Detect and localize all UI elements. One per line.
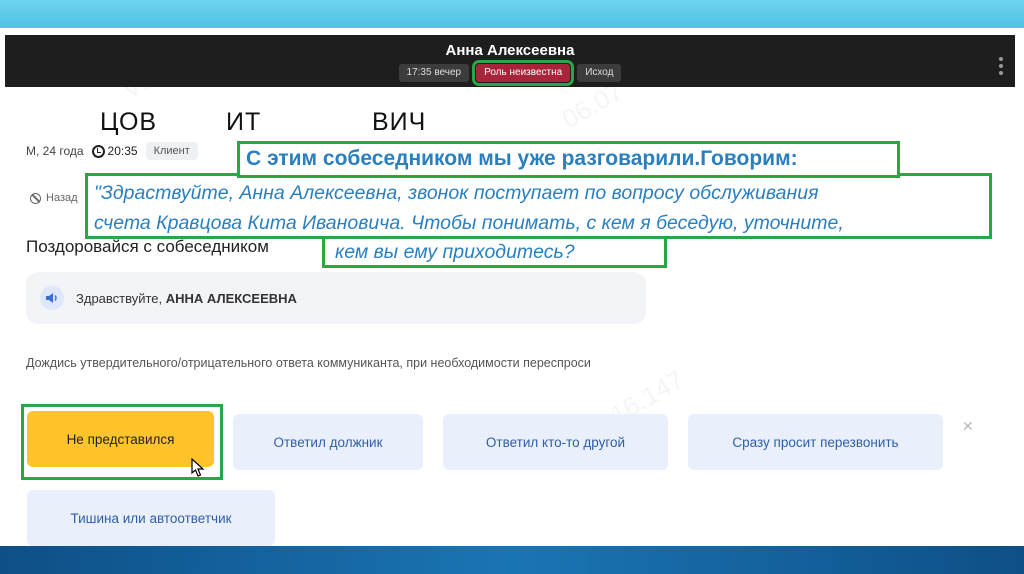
answer-callback-button[interactable]: Сразу просит перезвонить <box>688 414 943 470</box>
answer-silence-button[interactable]: Тишина или автоответчик <box>27 490 275 546</box>
greeting-name: АННА АЛЕКСЕЕВНА <box>165 290 297 306</box>
name-fragment-2: ИТ <box>226 108 262 136</box>
time-pill[interactable]: 17:35 вечер <box>398 64 470 82</box>
outcome-pill[interactable]: Исход <box>577 64 622 82</box>
client-badge: Клиент <box>145 142 198 160</box>
answer-not-introduced-button[interactable]: Не представился <box>27 411 214 467</box>
callout-quote: "Здраствуйте, Анна Алексеевна, звонок по… <box>85 173 992 239</box>
name-fragment-1: ЦОВ <box>100 108 158 136</box>
callout-title: С этим собеседником мы уже разговарили.Г… <box>237 141 900 178</box>
slide-top-band <box>0 0 1024 28</box>
header-pills: 17:35 вечер Роль неизвестна Исход <box>5 60 1015 86</box>
callout-quote-line-1: "Здраствуйте, Анна Алексеевна, звонок по… <box>94 182 819 204</box>
back-button[interactable]: Назад <box>30 192 78 204</box>
cursor-icon <box>191 458 205 477</box>
speaker-icon[interactable] <box>40 286 64 310</box>
callout-quote-end: кем вы ему приходитесь? <box>322 236 667 268</box>
local-time: 20:35 <box>91 144 138 158</box>
name-fragment-3: ВИЧ <box>372 108 427 136</box>
slide-bottom-band <box>0 546 1024 574</box>
client-info-row: М, 24 года 20:35 Клиент <box>26 142 198 160</box>
instruction-text: Дождись утвердительного/отрицательного о… <box>26 356 591 370</box>
ban-icon <box>30 192 41 204</box>
greeting-prefix: Здравствуйте, <box>76 290 166 306</box>
close-icon[interactable]: ✕ <box>962 418 974 435</box>
contact-name: Анна Алексеевна <box>445 42 575 59</box>
local-time-value: 20:35 <box>107 144 138 158</box>
answer-someone-else-button[interactable]: Ответил кто-то другой <box>443 414 668 470</box>
clock-icon <box>91 144 105 158</box>
app-header: Анна Алексеевна 17:35 вечер Роль неизвес… <box>5 35 1015 87</box>
greeting-text: Здравствуйте, АННА АЛЕКСЕЕВНА <box>76 291 297 306</box>
more-icon[interactable] <box>999 57 1005 78</box>
callout-quote-line-2: счета Кравцова Кита Ивановича. Чтобы пон… <box>94 212 844 234</box>
client-age: М, 24 года <box>26 144 84 158</box>
section-title: Поздоровайся с собеседником <box>26 237 269 256</box>
back-label: Назад <box>46 192 78 204</box>
role-pill[interactable]: Роль неизвестна <box>472 60 575 86</box>
answer-debtor-button[interactable]: Ответил должник <box>233 414 423 470</box>
greeting-box: Здравствуйте, АННА АЛЕКСЕЕВНА <box>26 272 646 324</box>
